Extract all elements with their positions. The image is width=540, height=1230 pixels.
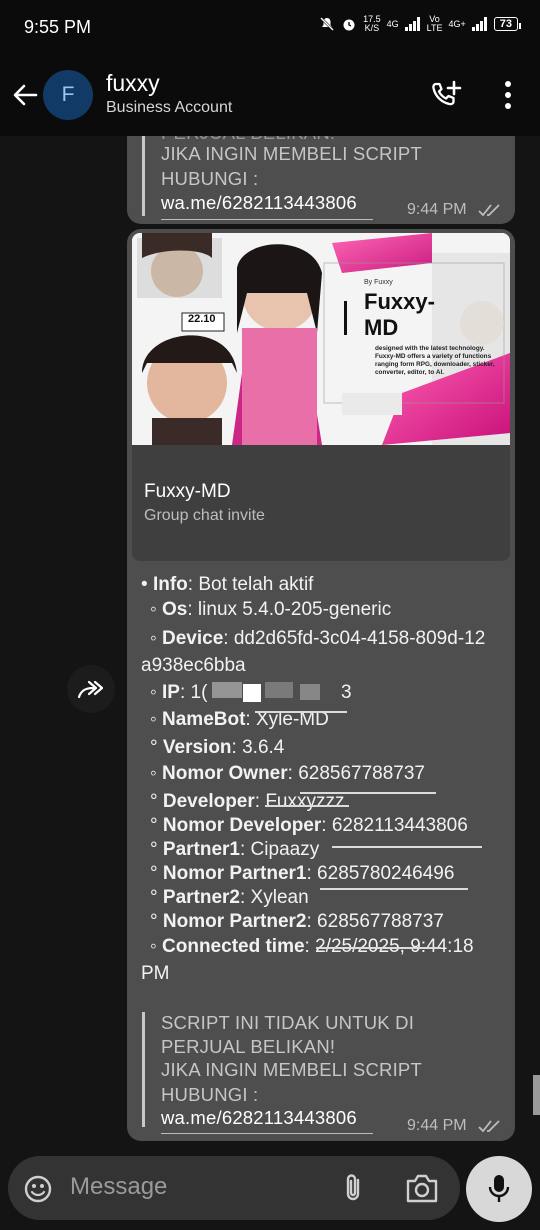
quote-line: JIKA INGIN MEMBELI SCRIPT [161,1059,422,1080]
info-line: ° Nomor Partner2: 628567788737 [150,911,444,932]
back-arrow-icon[interactable] [10,80,40,110]
redaction [243,684,261,702]
volte-label: Vo LTE [426,14,443,33]
net-speed: 17.5 K/S [363,14,381,33]
info-line: ° Developer: Fuxxyzzz [150,791,345,812]
banner-date: 22.10 [188,313,216,325]
message-input[interactable]: Message [8,1156,460,1220]
link[interactable]: wa.me/6282113443806 [161,1107,357,1129]
quote-line: HUBUNGI : [161,1084,259,1105]
avatar[interactable]: F [43,70,93,120]
battery-icon: 73 [493,17,522,31]
signal-icon [404,17,420,31]
message-placeholder: Message [70,1173,168,1200]
signal-icon-2 [471,17,487,31]
mute-icon [320,17,334,31]
info-line: ◦ Nomor Owner: 628567788737 [150,763,426,784]
group-invite-card[interactable] [132,445,510,561]
group-invite-image[interactable]: 22.10 By Fuxxy Fuxxy- MD designed with t… [132,233,510,445]
quote-line: PERJUAL BELIKAN! [161,1036,336,1057]
attach-icon[interactable] [340,1172,368,1204]
add-call-icon[interactable] [430,80,462,110]
banner-by: By Fuxxy [364,279,393,286]
strike-line [332,846,482,848]
sim1-label: 4G [386,18,399,29]
sim2-label: 4G+ [448,18,466,29]
info-line: ◦ Device: dd2d65fd-3c04-4158-809d-12 [150,628,486,649]
info-line: ° Nomor Partner1: 6285780246496 [150,863,455,884]
message-composer: Message [0,1146,540,1230]
info-line: ° Partner2: Xylean [150,887,309,908]
status-bar: 9:55 PM 17.5 K/S 4G Vo LTE 4G+ 73 [0,0,540,52]
message-time: 9:44 PM [407,1117,467,1134]
more-options-icon[interactable] [498,78,518,112]
scrollbar[interactable] [533,1075,540,1115]
chat-header: F fuxxy Business Account [0,52,540,136]
strike-line [255,711,347,713]
forward-button[interactable] [67,665,115,713]
redaction [300,684,320,700]
info-line: ◦ IP: 1( [150,682,208,703]
strike-line [265,805,349,807]
banner-title-2: MD [364,315,399,340]
info-line: ° Nomor Developer: 6282113443806 [150,815,468,836]
link[interactable]: wa.me/6282113443806 [161,192,357,214]
alarm-icon [343,19,355,31]
quote-line: JIKA INGIN MEMBELI SCRIPT [161,143,422,164]
info-line: ° Version: 3.6.4 [150,737,285,758]
banner-description: designed with the latest technology. Fux… [375,345,495,376]
link-underline [161,1133,373,1134]
voice-record-button[interactable] [466,1156,532,1222]
info-line: a938ec6bba [141,655,246,676]
contact-subtitle[interactable]: Business Account [106,99,232,117]
status-time: 9:55 PM [24,17,92,37]
link-underline [161,219,373,220]
read-ticks-icon [478,1120,500,1133]
info-line: ° Partner1: Cipaazy [150,839,320,860]
banner-artwork [132,233,510,445]
strike-line [316,947,441,949]
status-icons: 17.5 K/S 4G Vo LTE 4G+ 73 [319,14,522,33]
redaction [212,682,242,698]
redaction [265,682,293,698]
info-line: • Info: Bot telah aktif [141,574,314,595]
microphone-icon [488,1175,510,1202]
sticker-icon[interactable] [22,1173,54,1205]
message-time: 9:44 PM [407,201,467,218]
group-invite-title[interactable]: Fuxxy-MD [144,481,231,503]
camera-icon[interactable] [404,1171,440,1205]
quote-bar [142,1012,145,1127]
banner-title: Fuxxy- [364,289,435,314]
chat-area[interactable]: PERJUAL BELIKAN! JIKA INGIN MEMBELI SCRI… [0,136,540,1146]
read-ticks-icon [478,204,500,217]
group-invite-subtitle: Group chat invite [144,507,265,524]
forward-icon [77,680,104,699]
info-line: PM [141,963,170,984]
quote-line: SCRIPT INI TIDAK UNTUK DI [161,1012,415,1033]
ip-tail: 3 [341,682,352,703]
contact-name[interactable]: fuxxy [106,70,160,97]
quote-line: HUBUNGI : [161,168,259,189]
quote-bar [142,136,145,216]
info-line: ◦ Os: linux 5.4.0-205-generic [150,599,392,620]
strike-line [320,888,468,890]
